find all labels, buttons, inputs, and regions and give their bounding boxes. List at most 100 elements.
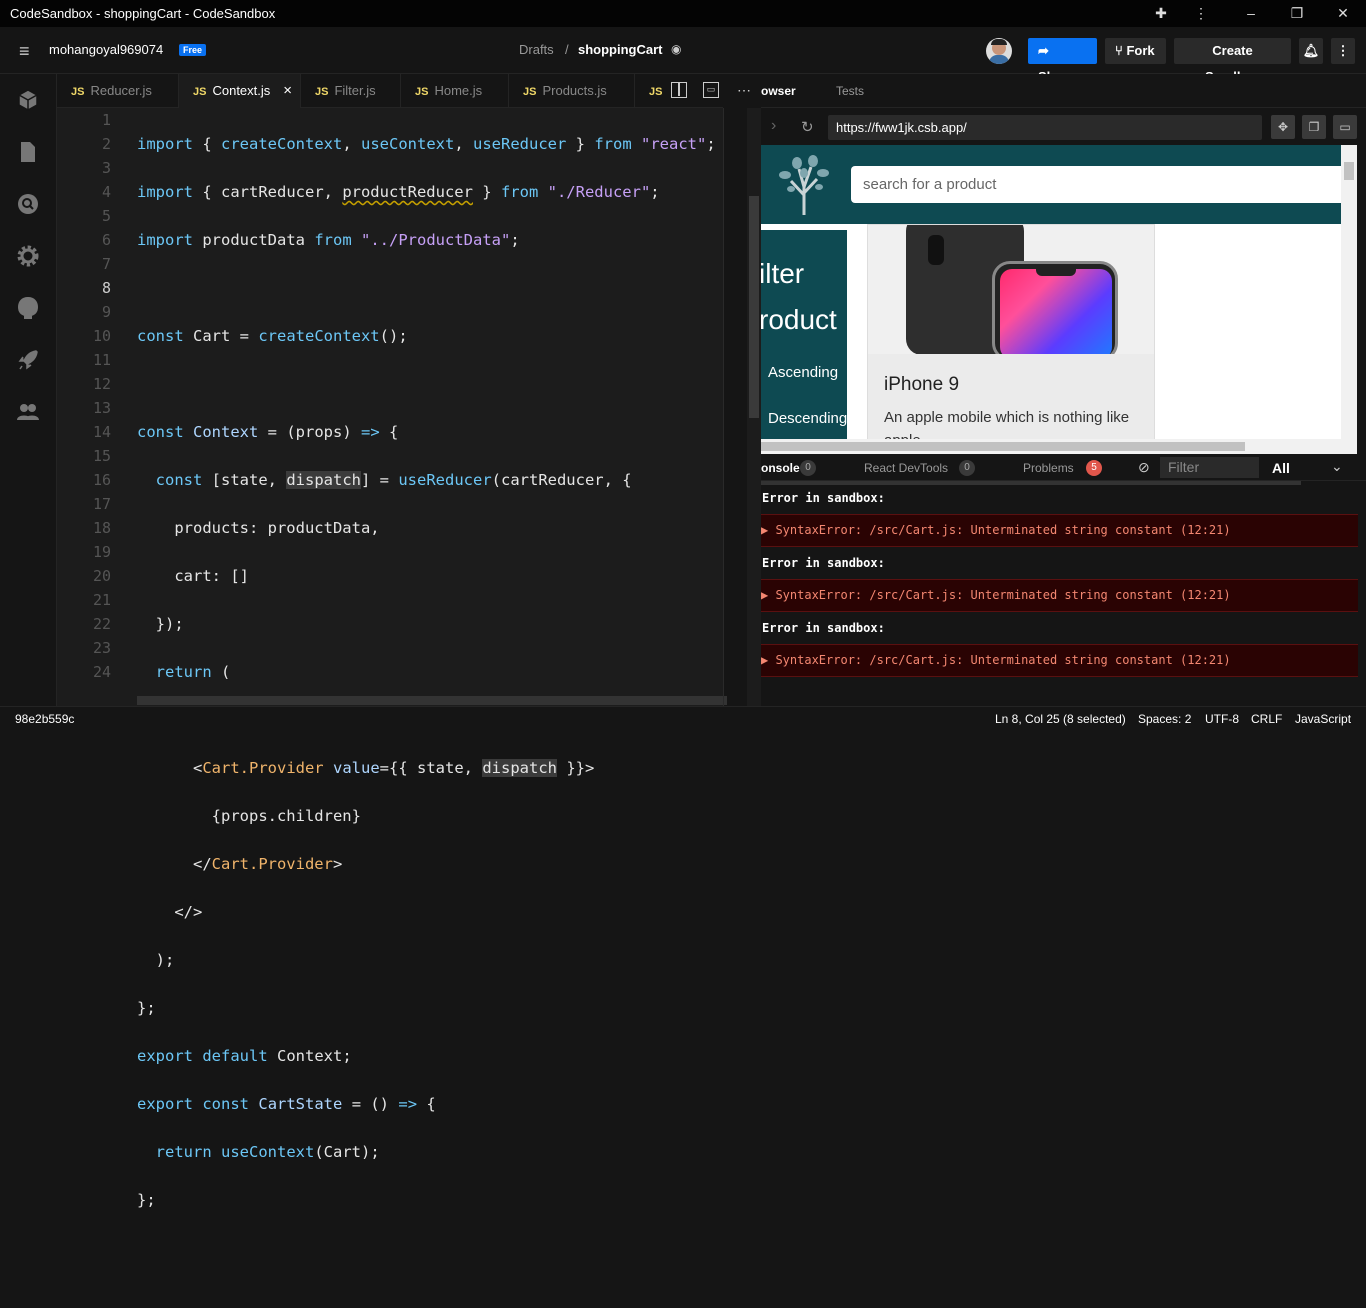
product-description: An apple mobile which is nothing like ap…: [884, 409, 1130, 439]
js-file-icon: JS: [523, 86, 537, 98]
line-number: 22: [92, 615, 111, 633]
language-mode[interactable]: JavaScript: [1295, 712, 1351, 726]
scrollbar-thumb[interactable]: [749, 196, 759, 418]
console-tabs: onsole 0 React DevTools 0 Problems 5 ⊘ F…: [761, 455, 1366, 481]
console-error-message[interactable]: ▶ SyntaxError: /src/Cart.js: Unterminate…: [761, 644, 1358, 677]
minimize-icon[interactable]: –: [1241, 4, 1261, 22]
tab-react-devtools[interactable]: React DevTools: [864, 461, 948, 475]
console-error-message[interactable]: ▶ SyntaxError: /src/Cart.js: Unterminate…: [761, 579, 1358, 612]
more-icon[interactable]: ⋯: [737, 82, 751, 99]
tab-filter[interactable]: JS Filter.js: [301, 74, 401, 108]
more-options-icon[interactable]: ⋮: [1331, 38, 1355, 64]
file-icon[interactable]: [16, 140, 40, 164]
preview-tabs: ⋯ owser Tests: [737, 74, 1366, 108]
tab-overflow[interactable]: JS: [635, 74, 675, 108]
preview-toggle-icon[interactable]: ▭: [703, 82, 719, 98]
live-users-icon[interactable]: [16, 400, 40, 424]
line-number: 12: [92, 375, 111, 393]
new-window-icon[interactable]: ▭: [1333, 115, 1357, 139]
js-file-icon: JS: [315, 86, 329, 98]
viewport-vertical-scrollbar[interactable]: [1341, 145, 1357, 439]
extensions-icon[interactable]: ✚: [1151, 4, 1171, 22]
tab-console[interactable]: onsole: [761, 461, 800, 475]
editor-horizontal-scrollbar[interactable]: [137, 696, 727, 705]
cube-icon[interactable]: [16, 88, 40, 112]
close-tab-icon[interactable]: ×: [283, 74, 292, 108]
tab-label: Context.js: [212, 83, 271, 98]
tab-browser[interactable]: owser: [761, 84, 796, 98]
globe-icon: ◉: [671, 42, 682, 56]
breadcrumb-drafts[interactable]: Drafts: [519, 42, 554, 57]
settings-gear-icon[interactable]: [16, 244, 40, 268]
clear-console-icon[interactable]: ⊘: [1138, 459, 1150, 476]
refresh-icon[interactable]: ↻: [801, 118, 814, 136]
rocket-deploy-icon[interactable]: [16, 348, 40, 372]
line-number: 5: [101, 207, 111, 225]
editor-vertical-scrollbar[interactable]: [747, 108, 761, 706]
console-scrollbar[interactable]: [761, 481, 1301, 485]
window-title: CodeSandbox - shoppingCart - CodeSandbox: [10, 6, 276, 21]
console-error-label: Error in sandbox:: [762, 491, 885, 505]
tab-tests[interactable]: Tests: [836, 84, 864, 98]
sort-descending-option[interactable]: Descending: [768, 410, 847, 427]
search-icon[interactable]: [16, 192, 40, 216]
sort-ascending-option[interactable]: Ascending: [768, 364, 838, 381]
problems-count-badge: 5: [1086, 460, 1102, 476]
product-search-input[interactable]: search for a product: [851, 166, 1351, 203]
app-navbar: search for a product: [761, 145, 1357, 224]
close-window-icon[interactable]: ✕: [1333, 4, 1353, 22]
username[interactable]: mohangoyal969074: [49, 42, 163, 57]
copy-icon[interactable]: ❐: [1302, 115, 1326, 139]
filter-title-line2: roduct: [761, 304, 837, 335]
fork-icon: ⑂: [1115, 43, 1123, 58]
tab-problems[interactable]: Problems: [1023, 461, 1074, 475]
line-number: 6: [101, 231, 111, 249]
commit-hash[interactable]: 98e2b559c: [15, 712, 74, 726]
encoding[interactable]: UTF-8: [1205, 712, 1239, 726]
line-number: 20: [92, 567, 111, 585]
console-error-label: Error in sandbox:: [762, 621, 885, 635]
sandbox-name[interactable]: shoppingCart: [578, 42, 663, 57]
tab-context[interactable]: JS Context.js ×: [179, 74, 301, 108]
js-file-icon: JS: [415, 86, 429, 98]
more-vertical-icon[interactable]: ⋮: [1191, 4, 1211, 22]
line-number: 2: [101, 135, 111, 153]
line-ending[interactable]: CRLF: [1251, 712, 1282, 726]
share-arrow-icon: ➦: [1038, 43, 1049, 58]
viewport-horizontal-scrollbar[interactable]: [761, 439, 1357, 454]
tree-logo-icon[interactable]: [773, 151, 835, 217]
line-number: 16: [92, 471, 111, 489]
console-error-label: Error in sandbox:: [762, 556, 885, 570]
create-sandbox-button[interactable]: Create Sandbox: [1174, 38, 1291, 84]
github-icon[interactable]: [16, 296, 40, 320]
menu-icon[interactable]: ≡: [19, 41, 30, 62]
split-view-icon[interactable]: [671, 82, 687, 98]
js-file-icon: JS: [193, 86, 207, 98]
console-filter-input[interactable]: Filter: [1160, 457, 1259, 478]
cursor-position[interactable]: Ln 8, Col 25 (8 selected): [995, 712, 1126, 726]
responsive-icon[interactable]: ✥: [1271, 115, 1295, 139]
line-number: 4: [101, 183, 111, 201]
console-count-badge: 0: [800, 460, 816, 476]
console-error-message[interactable]: ▶ SyntaxError: /src/Cart.js: Unterminate…: [761, 514, 1358, 547]
log-level-select[interactable]: All: [1272, 460, 1290, 476]
line-number: 11: [92, 351, 111, 369]
tab-products[interactable]: JS Products.js: [509, 74, 635, 108]
forward-icon[interactable]: ›: [771, 117, 776, 135]
url-input[interactable]: https://fww1jk.csb.app/: [828, 115, 1262, 140]
editor-ruler: [723, 108, 724, 706]
avatar[interactable]: [986, 38, 1012, 64]
line-number: 19: [92, 543, 111, 561]
chevron-down-icon[interactable]: ⌄: [1331, 458, 1343, 475]
notifications-bell-icon[interactable]: 🔔︎: [1299, 38, 1323, 64]
product-card[interactable]: iPhone 9 An apple mobile which is nothin…: [867, 224, 1155, 439]
tab-home[interactable]: JS Home.js: [401, 74, 509, 108]
maximize-icon[interactable]: ❐: [1287, 4, 1307, 22]
indentation[interactable]: Spaces: 2: [1138, 712, 1191, 726]
code-editor[interactable]: 1 2 3 4 5 6 7 8 9 10 11 12 13 14 15 16 17 18 19 20 21 22 23 24 …: [57, 108, 727, 1209]
tab-label: Home.js: [434, 83, 483, 98]
share-button[interactable]: ➦ Share: [1028, 38, 1097, 84]
fork-button[interactable]: ⑂ Fork: [1105, 38, 1166, 64]
breadcrumb-separator: /: [565, 42, 569, 57]
tab-reducer[interactable]: JS Reducer.js: [57, 74, 179, 108]
